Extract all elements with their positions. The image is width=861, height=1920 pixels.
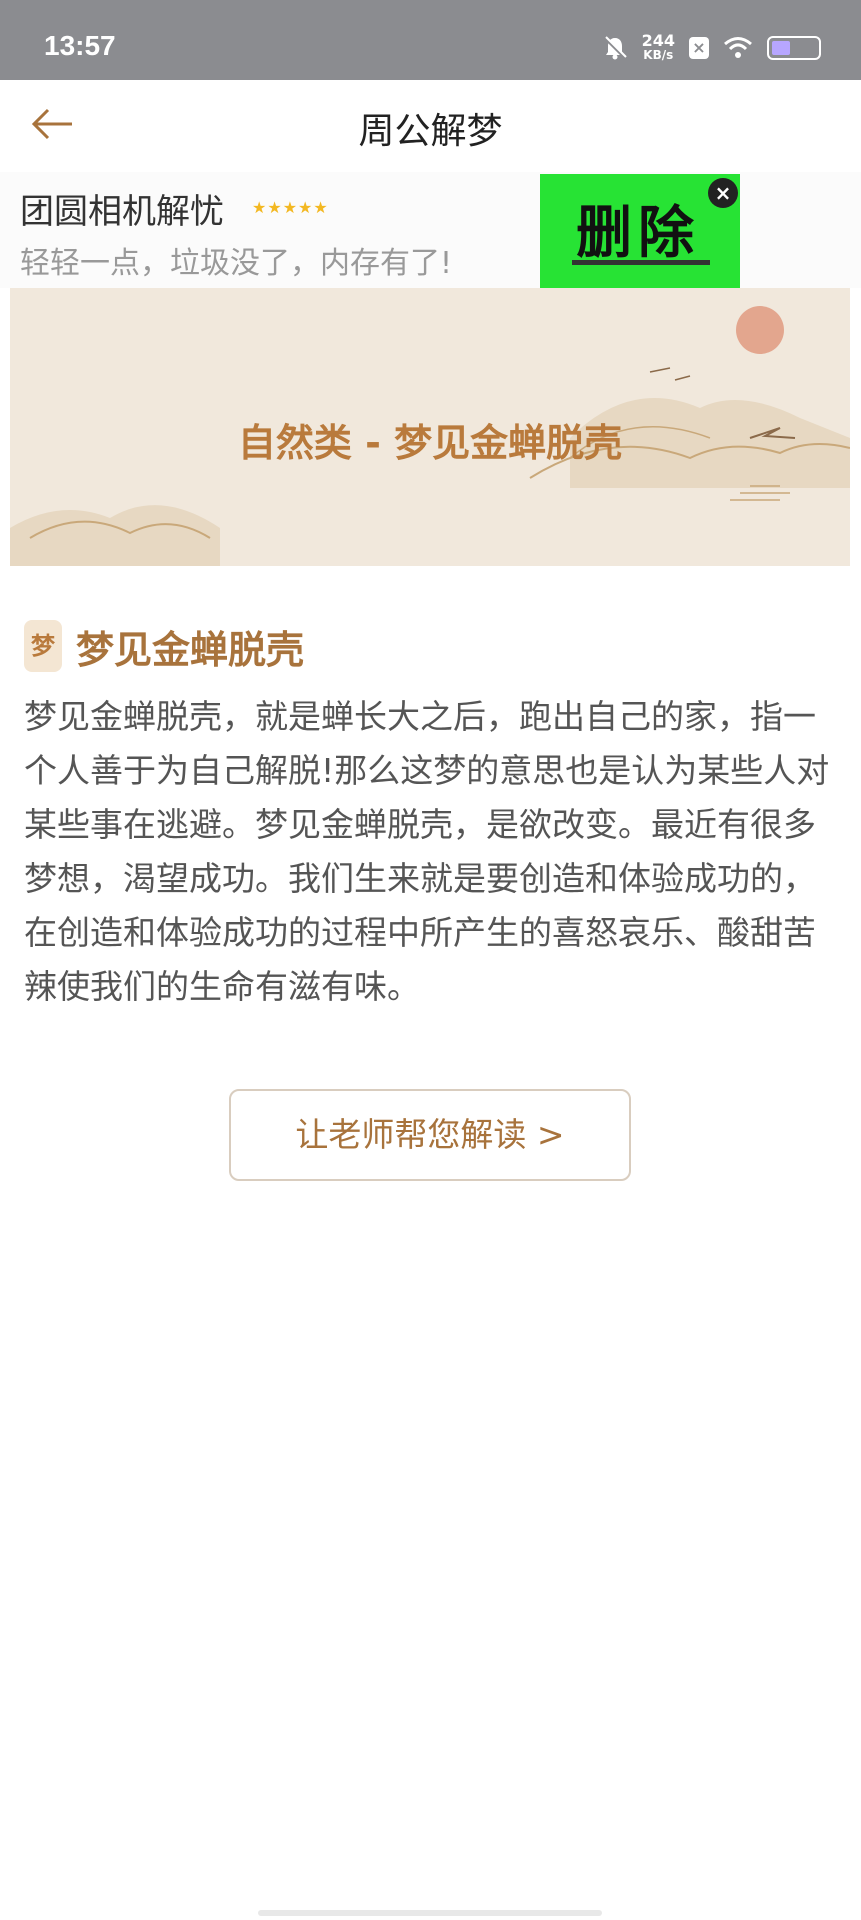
home-indicator[interactable] — [258, 1910, 602, 1916]
status-icons: 244 KB/s × — [602, 30, 821, 66]
rating-stars: ★★★★★ — [252, 198, 329, 217]
page-title: 周公解梦 — [358, 111, 503, 152]
x-notification-icon: × — [689, 37, 709, 59]
article-title: 梦见金蝉脱壳 — [76, 627, 305, 672]
ad-image-underline — [572, 260, 710, 265]
wifi-icon — [724, 37, 752, 58]
ad-image-text: 删除 — [576, 201, 700, 266]
nav-bar: 周公解梦 — [0, 80, 861, 170]
ad-title: 团圆相机解忧 — [20, 192, 224, 232]
article-header: 梦 梦见金蝉脱壳 — [24, 618, 304, 674]
category-banner: 自然类 - 梦见金蝉脱壳 — [10, 288, 850, 566]
battery-icon — [767, 36, 821, 60]
close-icon[interactable]: × — [708, 178, 738, 208]
ad-subtitle: 轻轻一点，垃圾没了，内存有了! — [20, 246, 453, 281]
speed-value: 244 — [641, 31, 675, 50]
mute-bell-icon — [603, 36, 627, 60]
network-speed: 244 KB/s — [641, 31, 675, 63]
status-time: 13:57 — [44, 30, 116, 61]
banner-title: 自然类 - 梦见金蝉脱壳 — [237, 421, 623, 465]
speed-unit: KB/s — [643, 48, 674, 62]
ask-teacher-button[interactable]: 让老师帮您解读 > — [229, 1089, 631, 1181]
status-bar: 13:57 244 KB/s × — [0, 0, 861, 80]
dream-badge-icon: 梦 — [24, 620, 62, 672]
article-body: 梦见金蝉脱壳，就是蝉长大之后，跑出自己的家，指一个人善于为自己解脱!那么这梦的意… — [24, 697, 830, 1006]
